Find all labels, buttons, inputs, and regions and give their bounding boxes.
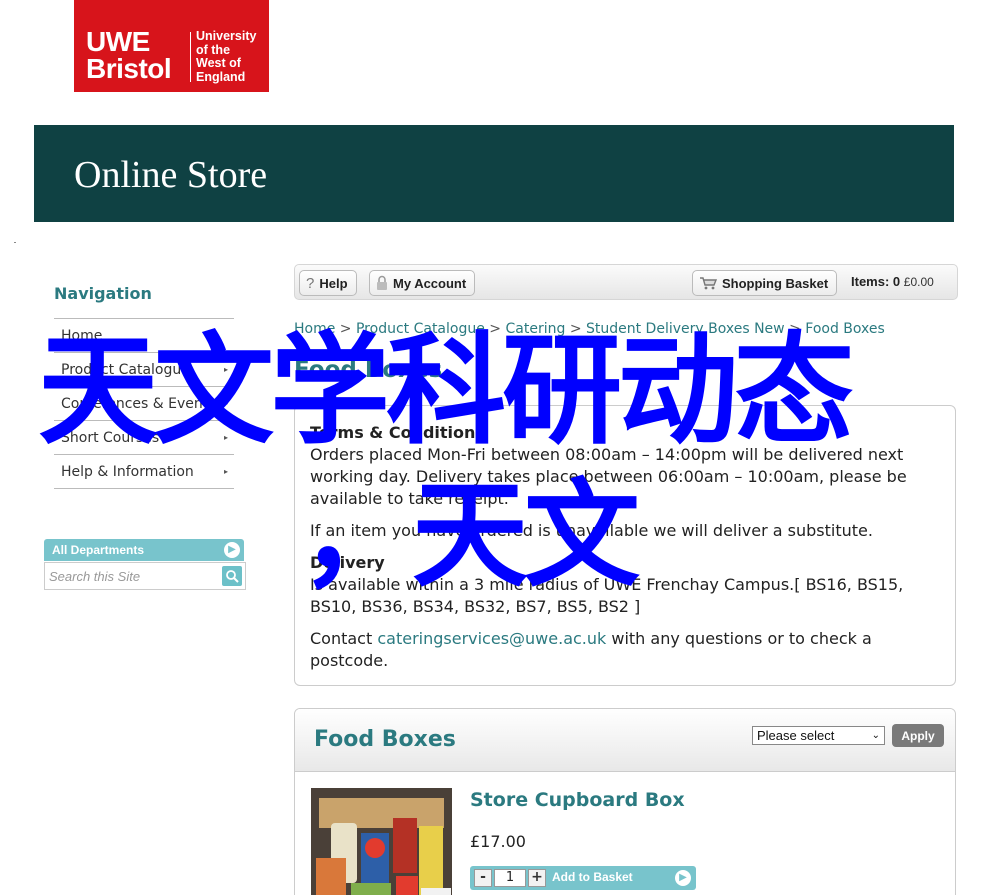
products-panel: Food Boxes Please select ⌄ Apply Store C…	[294, 708, 956, 895]
sort-select-value: Please select	[757, 728, 835, 743]
lock-icon	[377, 275, 387, 290]
nav-item-label: Product Catalogue	[61, 361, 190, 378]
shopping-basket-button[interactable]: Shopping Basket	[692, 270, 838, 296]
question-icon: ?	[306, 274, 315, 292]
basket-total: £0.00	[903, 275, 934, 289]
nav-item-label: Conferences & Events	[61, 395, 216, 412]
chevron-down-icon: ⌄	[871, 730, 880, 741]
nav-heading: Navigation	[54, 284, 152, 303]
logo-wordmark: UWE Bristol	[86, 26, 172, 84]
logo-university-name: University of the West of England	[196, 29, 257, 84]
basket-summary: Items: 0 £0.00	[851, 274, 934, 289]
uwe-logo[interactable]: UWE Bristol University of the West of En…	[74, 0, 269, 92]
banner-title: Online Store	[74, 154, 268, 196]
breadcrumb-separator: >	[489, 321, 502, 337]
food-box-photo	[311, 788, 452, 895]
breadcrumb-separator: >	[569, 321, 582, 337]
breadcrumb: Home > Product Catalogue > Catering > St…	[294, 321, 885, 337]
contact-email-link[interactable]: cateringservices@uwe.ac.uk	[377, 629, 606, 648]
breadcrumb-link[interactable]: Catering	[505, 321, 565, 337]
arrow-right-icon: ▶	[675, 870, 691, 886]
nav-item-help-information[interactable]: Help & Information ▸	[54, 455, 234, 489]
terms-paragraph: If an item you have ordered is unavailab…	[310, 521, 873, 540]
nav-list: Home Product Catalogue ▸ Conferences & E…	[54, 318, 234, 489]
quantity-input[interactable]: 1	[494, 869, 526, 887]
nav-item-label: Help & Information	[61, 463, 194, 480]
apply-button[interactable]: Apply	[892, 724, 944, 747]
nav-item-conferences[interactable]: Conferences & Events ▸	[54, 387, 234, 421]
quantity-decrement-button[interactable]: -	[474, 869, 492, 887]
search-box	[44, 562, 246, 590]
breadcrumb-current: Food Boxes	[805, 321, 885, 337]
add-to-basket-button[interactable]: Add to Basket	[552, 870, 633, 884]
items-count: 0	[892, 274, 901, 289]
breadcrumb-separator: >	[339, 321, 352, 337]
add-to-basket-bar: - 1 + Add to Basket ▶	[470, 866, 696, 890]
terms-paragraph: Orders placed Mon-Fri between 08:00am – …	[310, 445, 907, 508]
nav-item-product-catalogue[interactable]: Product Catalogue ▸	[54, 353, 234, 387]
product-price: £17.00	[470, 832, 526, 851]
breadcrumb-separator: >	[789, 321, 801, 337]
breadcrumb-link[interactable]: Product Catalogue	[356, 321, 485, 337]
search-button[interactable]	[222, 566, 242, 586]
chevron-right-icon: ▸	[223, 365, 228, 374]
arrow-right-icon: ▶	[224, 542, 240, 558]
all-departments-dropdown[interactable]: All Departments ▶	[44, 539, 244, 561]
stray-mark	[14, 242, 16, 243]
breadcrumb-link[interactable]: Student Delivery Boxes New	[586, 321, 785, 337]
chevron-right-icon: ▸	[223, 467, 228, 476]
nav-item-label: Short Courses	[61, 429, 160, 446]
product-image[interactable]	[311, 788, 452, 895]
chevron-right-icon: ▸	[223, 399, 228, 408]
search-icon	[226, 570, 239, 583]
products-title: Food Boxes	[314, 727, 456, 752]
logo-divider	[190, 32, 191, 82]
delivery-paragraph: Is available within a 3 mile radius of U…	[310, 575, 904, 616]
product-name[interactable]: Store Cupboard Box	[470, 789, 685, 811]
all-departments-label: All Departments	[52, 543, 145, 557]
sort-select[interactable]: Please select ⌄	[752, 726, 885, 745]
basket-icon	[700, 277, 717, 290]
nav-item-home[interactable]: Home	[54, 319, 234, 353]
search-input[interactable]	[49, 566, 219, 586]
delivery-heading: Delivery	[310, 553, 385, 572]
chevron-right-icon: ▸	[223, 433, 228, 442]
nav-item-label: Home	[61, 327, 103, 344]
page-title: Food Boxes	[294, 357, 443, 383]
contact-paragraph: Contact cateringservices@uwe.ac.uk with …	[310, 629, 872, 670]
store-banner: Online Store	[34, 125, 954, 222]
nav-item-short-courses[interactable]: Short Courses ▸	[54, 421, 234, 455]
items-label: Items:	[851, 274, 890, 289]
quantity-increment-button[interactable]: +	[528, 869, 546, 887]
products-header: Food Boxes Please select ⌄ Apply	[295, 709, 955, 772]
terms-box: Terms & Conditions Orders placed Mon-Fri…	[294, 405, 956, 686]
my-account-button[interactable]: My Account	[369, 270, 476, 296]
help-button[interactable]: ? Help	[299, 270, 357, 296]
account-toolbar: ? Help My Account Shopping Basket Items:…	[294, 264, 958, 300]
breadcrumb-link[interactable]: Home	[294, 321, 335, 337]
terms-heading: Terms & Conditions	[310, 423, 485, 442]
